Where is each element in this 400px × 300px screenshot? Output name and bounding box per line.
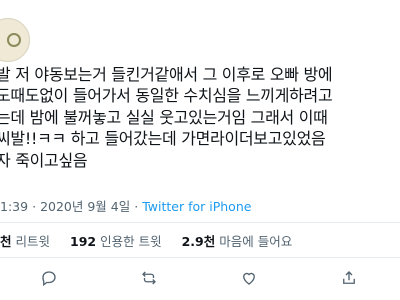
share-icon[interactable] [336,265,362,291]
retweet-icon[interactable] [136,265,162,291]
quotes-stat[interactable]: 192 인용한 트윗 [70,234,162,249]
tweet-date[interactable]: 2020년 9월 4일 [40,199,130,214]
tweet-line: 씨발!!ㅋㅋ 하고 들어갔는데 가면라이더보고있었음 [0,129,326,149]
likes-count: 2.9천 [181,234,216,249]
tweet-actions [0,265,400,291]
quotes-count: 192 [70,234,97,249]
heart-icon[interactable] [236,265,262,291]
tweet-text: 발 저 야동보는거 들킨거같애서 그 이후로 오빠 방에 도때도없이 들어가서 … [0,64,400,171]
tweet-stats: 천 리트윗 192 인용한 트윗 2.9천 마음에 들어요 [0,231,308,250]
reply-icon[interactable] [36,265,62,291]
likes-label: 마음에 들어요 [219,234,293,249]
avatar[interactable] [0,18,30,62]
separator-dot: · [32,199,37,214]
tweet-line: 자 죽이고싶음 [0,150,88,170]
retweets-count: 천 [0,234,12,249]
tweet-source-link[interactable]: Twitter for iPhone [142,199,251,214]
tweet-line: 도때도없이 들어가서 동일한 수치심을 느끼게하려고 [0,86,333,106]
retweets-label: 리트윗 [15,234,51,249]
divider [0,257,400,258]
retweets-stat[interactable]: 천 리트윗 [0,234,50,249]
tweet-metadata: 1:39 · 2020년 9월 4일 · Twitter for iPhone [0,196,251,215]
tweet-line: 는데 밤에 불꺼놓고 실실 웃고있는거임 그래서 이때 [0,107,328,127]
likes-stat[interactable]: 2.9천 마음에 들어요 [182,234,293,249]
separator-dot: · [134,199,139,214]
tweet-time[interactable]: 1:39 [0,199,28,214]
tweet-line: 발 저 야동보는거 들킨거같애서 그 이후로 오빠 방에 [0,65,333,84]
divider [0,222,400,223]
quotes-label: 인용한 트윗 [100,234,162,249]
